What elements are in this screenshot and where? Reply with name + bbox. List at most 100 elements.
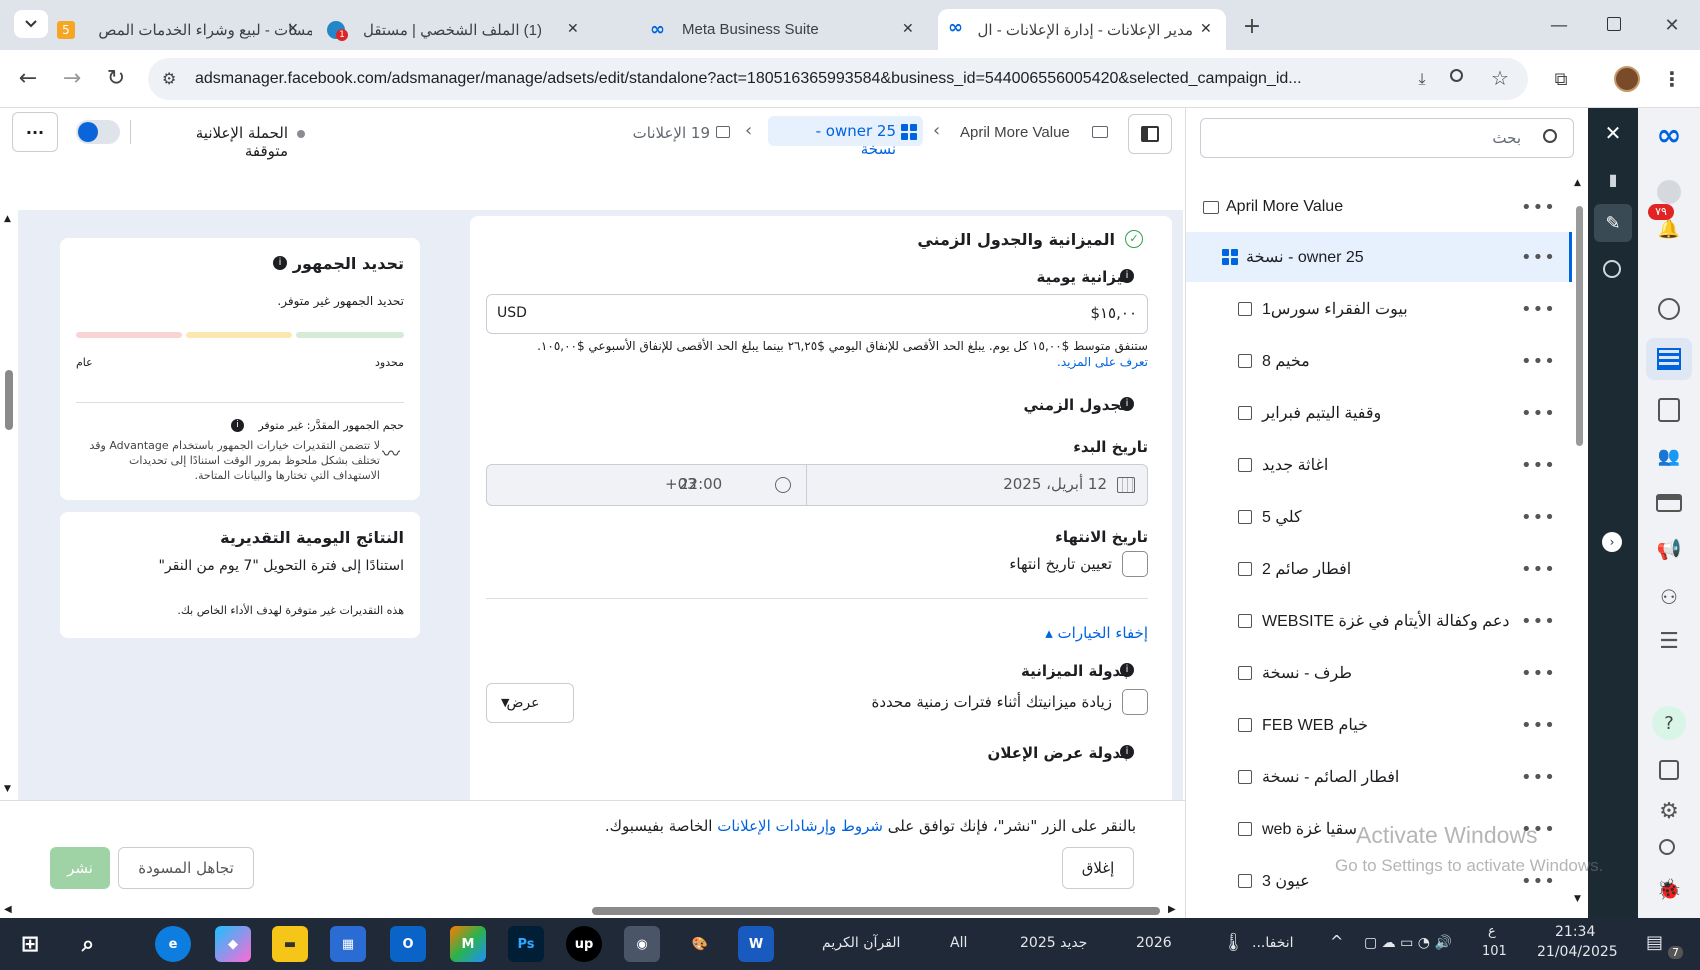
taskbar-item[interactable]: 2026	[1136, 935, 1172, 951]
taskbar-item[interactable]: انخفا...	[1252, 935, 1294, 951]
history-clock-icon[interactable]	[1603, 260, 1621, 278]
meta-logo-icon[interactable]: ∞	[1648, 118, 1690, 153]
taskbar-item[interactable]: All	[950, 935, 967, 951]
row-more-icon[interactable]: •••	[1521, 507, 1556, 528]
tree-ad-row[interactable]: مخيم 8 •••	[1186, 336, 1572, 386]
tree-ad-row[interactable]: دعم وكفالة الأيتام في غزة WEBSITE •••	[1186, 596, 1572, 646]
row-more-icon[interactable]: •••	[1521, 299, 1556, 320]
forward-arrow-icon[interactable]: →	[58, 64, 86, 92]
budget-scheduling-checkbox[interactable]	[1122, 689, 1148, 715]
url-text[interactable]: adsmanager.facebook.com/adsmanager/manag…	[195, 70, 1365, 88]
row-more-icon[interactable]: •••	[1521, 767, 1556, 788]
row-more-icon[interactable]: •••	[1521, 197, 1556, 218]
breadcrumb-campaign[interactable]: April More Value	[960, 124, 1070, 141]
discard-draft-button[interactable]: تجاهل المسودة	[118, 847, 254, 889]
pages-icon[interactable]	[1658, 398, 1680, 422]
info-icon[interactable]: i	[231, 419, 244, 432]
tree-ad-row[interactable]: بيوت الفقراء سورس1 •••	[1186, 284, 1572, 334]
extensions-icon[interactable]: ⧉	[1548, 66, 1574, 92]
publish-button[interactable]: نشر	[50, 847, 110, 889]
notifications-icon[interactable]: ▤	[1646, 932, 1663, 953]
scroll-down-arrow[interactable]: ▼	[1574, 894, 1581, 904]
close-icon[interactable]: ✕	[287, 21, 299, 37]
row-more-icon[interactable]: •••	[1521, 247, 1556, 268]
toggle-panel-button[interactable]	[1128, 114, 1172, 154]
bar-chart-icon[interactable]: ▮	[1600, 166, 1626, 192]
report-icon[interactable]	[1659, 760, 1679, 780]
edge-browser-icon[interactable]: e	[155, 926, 191, 962]
tab-khamsat[interactable]: 5 خمسات - لبيع وشراء الخدمات المص ✕	[52, 9, 312, 50]
language-indicator[interactable]: ع	[1488, 924, 1496, 939]
edit-pencil-icon[interactable]: ✎	[1594, 204, 1632, 242]
nav-ads-manager-active[interactable]	[1646, 338, 1692, 380]
view-dropdown-button[interactable]: عرض ▼	[486, 683, 574, 723]
tree-ad-row[interactable]: اغاثة جديد •••	[1186, 440, 1572, 490]
clock-date[interactable]: 21/04/2025	[1537, 944, 1618, 960]
tab-search-button[interactable]	[14, 10, 48, 38]
scroll-up-arrow[interactable]: ▲	[1574, 178, 1581, 188]
taskbar-item[interactable]: جديد 2025	[1020, 935, 1087, 951]
info-icon[interactable]: i	[1120, 663, 1134, 677]
tree-ad-row[interactable]: افطار صائم 2 •••	[1186, 544, 1572, 594]
more-menu-icon[interactable]: ⋮	[1662, 64, 1682, 94]
tools-network-icon[interactable]: ⚇	[1654, 582, 1684, 612]
scrollbar-thumb[interactable]	[5, 370, 13, 430]
tree-ad-row[interactable]: افطار الصائم - نسخة •••	[1186, 752, 1572, 802]
chevron-up-icon[interactable]: ^	[1330, 932, 1343, 951]
scroll-right-arrow[interactable]: ▶	[1168, 904, 1176, 915]
scrollbar-thumb[interactable]	[1576, 206, 1583, 446]
audiences-people-icon[interactable]: 👥	[1654, 444, 1684, 468]
tab-meta-business-suite[interactable]: ∞ Meta Business Suite ✕	[640, 9, 920, 50]
info-icon[interactable]: i	[1120, 745, 1134, 759]
close-icon[interactable]: ✕	[1200, 21, 1212, 37]
m365-icon[interactable]: M	[450, 926, 486, 962]
expand-chevron-icon[interactable]: ›	[1602, 532, 1622, 552]
settings-gear-icon[interactable]: ⚙	[1654, 796, 1684, 826]
taskbar-item[interactable]: القرآن الكريم	[822, 935, 900, 951]
row-more-icon[interactable]: •••	[1521, 663, 1556, 684]
megaphone-icon[interactable]: 📢	[1654, 536, 1684, 562]
hide-options-link[interactable]: إخفاء الخيارات ▴	[870, 624, 1148, 642]
start-date-field[interactable]: 12 أبريل، 2025	[807, 465, 1149, 505]
new-tab-plus-icon[interactable]: +	[1238, 12, 1266, 40]
daily-budget-input[interactable]: USD ١٥,٠٠$	[486, 294, 1148, 334]
campaign-toggle[interactable]	[76, 120, 120, 144]
close-button[interactable]: إغلاق	[1062, 847, 1134, 889]
help-question-icon[interactable]: ?	[1652, 706, 1686, 740]
microsoft-store-icon[interactable]: ▦	[330, 926, 366, 962]
info-icon[interactable]: i	[1120, 397, 1134, 411]
close-icon[interactable]: ✕	[567, 21, 579, 37]
tree-ad-row[interactable]: كلي 5 •••	[1186, 492, 1572, 542]
minimize-icon[interactable]: —	[1545, 12, 1573, 38]
photoshop-icon[interactable]: Ps	[508, 926, 544, 962]
upwork-icon[interactable]: up	[566, 926, 602, 962]
row-more-icon[interactable]: •••	[1521, 455, 1556, 476]
all-tools-menu-icon[interactable]: ☰	[1654, 628, 1684, 654]
tray-icons[interactable]: ▢ ☁ ▭ ◔ 🔊	[1364, 935, 1452, 951]
reload-icon[interactable]: ↻	[102, 64, 130, 92]
window-close-icon[interactable]: ✕	[1660, 12, 1684, 38]
info-icon[interactable]: i	[273, 256, 287, 270]
breadcrumb-adset[interactable]: owner 25 - نسخة	[768, 116, 923, 158]
word-icon[interactable]: W	[738, 926, 774, 962]
scroll-left-arrow[interactable]: ◀	[4, 904, 12, 915]
zoom-icon[interactable]	[1450, 69, 1463, 82]
start-time-field[interactable]: 22:00 +03	[487, 465, 807, 505]
dashboard-gauge-icon[interactable]	[1658, 298, 1680, 320]
more-options-button[interactable]: ···	[12, 112, 58, 152]
tree-scrollbar[interactable]: ▲ ▼	[1572, 178, 1586, 908]
learn-more-link[interactable]: تعرف على المزيد.	[1057, 355, 1148, 369]
tree-ad-row[interactable]: وقفية اليتيم فبراير •••	[1186, 388, 1572, 438]
breadcrumb-ads[interactable]: 19 الإعلانات	[620, 124, 710, 142]
paint-icon[interactable]: 🎨	[682, 926, 718, 962]
scroll-up-arrow[interactable]: ▲	[4, 214, 11, 224]
outlook-icon[interactable]: O	[390, 926, 426, 962]
terms-link[interactable]: شروط وإرشادات الإعلانات	[717, 817, 883, 835]
taskbar-search-icon[interactable]: ⌕	[70, 926, 106, 962]
horizontal-scrollbar[interactable]: ◀ ▶	[0, 904, 1185, 917]
install-app-icon[interactable]: ⤓	[1410, 67, 1434, 91]
account-avatar[interactable]	[1657, 180, 1681, 204]
file-explorer-icon[interactable]: ▬	[272, 926, 308, 962]
restore-icon[interactable]	[1607, 17, 1621, 31]
windows-start-icon[interactable]: ⊞	[12, 926, 48, 962]
